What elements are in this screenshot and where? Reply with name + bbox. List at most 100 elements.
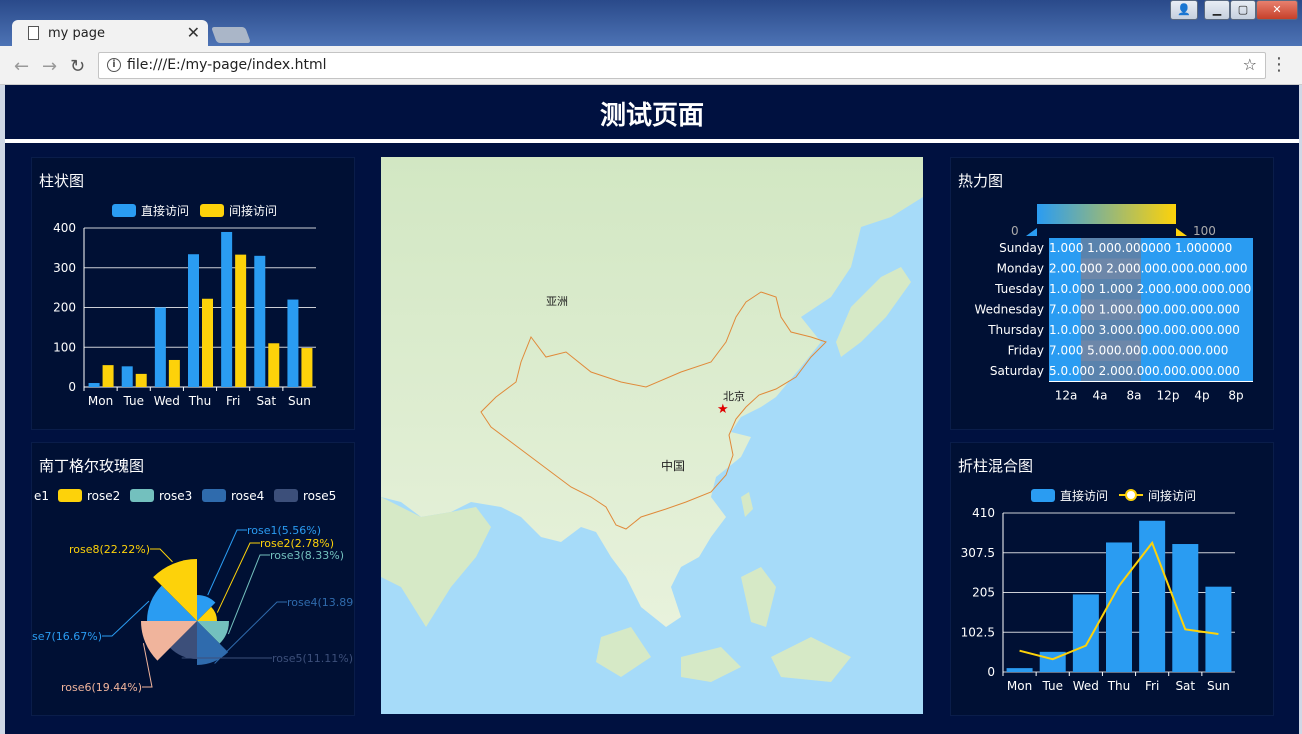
heatmap-x-tick: 4a (1093, 389, 1108, 403)
rose-slice-label: rose1(5.56%) (247, 524, 321, 537)
back-icon[interactable]: ← (14, 56, 29, 77)
window-close-button[interactable]: ✕ (1256, 0, 1298, 20)
rose-legend-label: rose5 (303, 489, 336, 503)
rose-chart: e1 rose2 rose3 rose4 rose5rose1(5.56%)rose2(… (32, 489, 353, 694)
heatmap-row-values: 7.000 5.000.000.000.000.000 (1049, 344, 1228, 358)
bar-mark (88, 383, 100, 387)
heatmap-y-tick: Wednesday (975, 303, 1044, 317)
page-title: 测试页面 (599, 101, 704, 131)
heatmap-visualmap-handle-high (1176, 228, 1187, 236)
new-tab-button[interactable] (211, 27, 251, 43)
map-view[interactable]: 亚洲 中国 北京 ★ (381, 157, 923, 714)
minimize-button[interactable]: ▁ (1204, 0, 1230, 20)
mixed-y-tick: 0 (987, 665, 995, 679)
bar-y-tick: 0 (68, 380, 76, 394)
bar-mark (121, 366, 133, 387)
bar-x-tick: Fri (226, 394, 240, 408)
mixed-x-tick: Sun (1207, 679, 1230, 693)
rose-slice-label: rose8(22.22%) (69, 543, 150, 556)
mixed-x-tick: Tue (1041, 679, 1063, 693)
browser-tab[interactable]: my page ✕ (12, 20, 208, 47)
heatmap-chart: 0 100 Sunday 1.000 1.000.000000 1.000000 Mon… (975, 204, 1253, 403)
rose-legend-label: rose2 (87, 489, 120, 503)
heatmap-y-tick: Monday (997, 262, 1044, 276)
rose-label-line (216, 542, 260, 613)
rose-slice-label: rose3(8.33%) (270, 549, 344, 562)
heatmap-x-tick: 8p (1228, 389, 1243, 403)
url-text: file:///E:/my-page/index.html (127, 57, 327, 73)
mixed-legend-label: 间接访问 (1148, 488, 1196, 503)
rose-legend-swatch (202, 489, 226, 502)
heatmap-row-values: 1.000 1.000.000000 1.000000 (1049, 241, 1232, 255)
mixed-bar-mark (1205, 586, 1232, 672)
map-canvas[interactable]: 亚洲 中国 北京 ★ (381, 157, 923, 714)
rose-label-line (150, 548, 173, 563)
menu-icon[interactable]: ⋮ (1270, 54, 1288, 75)
heatmap-x-tick: 4p (1194, 389, 1209, 403)
heatmap-y-tick: Sunday (999, 241, 1044, 255)
forward-icon[interactable]: → (42, 56, 57, 77)
bar-mark (287, 299, 299, 387)
rose-label-line (227, 554, 270, 635)
bar-y-tick: 100 (53, 340, 76, 354)
address-bar[interactable]: i file:///E:/my-page/index.html ☆ (98, 52, 1266, 79)
bar-mark (235, 254, 247, 387)
heatmap-visualmap-handle-low (1026, 228, 1037, 236)
bar-x-tick: Tue (122, 394, 144, 408)
mixed-y-tick: 102.5 (961, 625, 995, 639)
mixed-bar-mark (1006, 668, 1033, 672)
mixed-chart-panel: 折柱混合图 直接访问 间接访问 0 102.5 205 307.5 410 Mon Tue Wed… (950, 442, 1274, 716)
heatmap-row-values: 1.0.000 3.000.000.000.000.000 (1049, 323, 1240, 337)
rose-slice-label: rose6(19.44%) (61, 681, 142, 694)
browser-chrome: my page ✕ 👤 ▁ ▢ ✕ ← → ↻ i file:///E:/my-… (0, 0, 1302, 85)
dashboard-page: 测试页面 柱状图 直接访问 间接访问 0 100 200 300 400 Mon Tue Wed T… (5, 85, 1299, 734)
bar-legend-label: 直接访问 (141, 203, 189, 218)
mixed-y-tick: 307.5 (961, 546, 995, 560)
heatmap-row-values: 1.0.000 1.000 2.000.000.000.000 (1049, 282, 1251, 296)
mixed-chart: 直接访问 间接访问 0 102.5 205 307.5 410 Mon Tue Wed Thu Fri… (961, 488, 1235, 693)
heatmap-x-tick: 12p (1157, 389, 1180, 403)
rose-legend-swatch (58, 489, 82, 502)
bar-y-tick: 200 (53, 301, 76, 315)
reload-icon[interactable]: ↻ (70, 56, 85, 77)
rose-legend-swatch (130, 489, 154, 502)
bar-mark (254, 255, 266, 387)
bar-x-tick: Sun (288, 394, 311, 408)
bar-mark (135, 373, 147, 387)
info-icon[interactable]: i (107, 58, 121, 72)
bar-mark (168, 359, 180, 387)
rose-chart-panel: 南丁格尔玫瑰图 e1 rose2 rose3 rose4 rose5 rose1(5.56… (31, 442, 355, 716)
mixed-legend-label: 直接访问 (1060, 488, 1108, 503)
bar-y-tick: 300 (53, 261, 76, 275)
bar-mark (202, 298, 213, 387)
browser-toolbar: ← → ↻ i file:///E:/my-page/index.html ☆ … (0, 46, 1302, 85)
map-label-beijing: 北京 (723, 389, 745, 403)
maximize-button[interactable]: ▢ (1230, 0, 1256, 20)
bar-x-tick: Thu (188, 394, 212, 408)
tab-title: my page (48, 26, 105, 41)
heatmap-visualmap-max: 100 (1193, 224, 1216, 238)
bar-legend-swatch (200, 204, 224, 217)
mixed-bar-mark (1072, 594, 1099, 672)
rose-slice-label: rose7(16.67%) (32, 630, 102, 643)
mixed-x-tick: Fri (1145, 679, 1159, 693)
heatmap-y-tick: Friday (1008, 344, 1044, 358)
heatmap-y-tick: Tuesday (994, 282, 1044, 296)
heatmap-row-values: 5.0.000 2.000.000.000.000.000 (1049, 364, 1240, 378)
heatmap-x-tick: 12a (1055, 389, 1078, 403)
user-icon[interactable]: 👤 (1170, 0, 1198, 20)
bar-mark (188, 254, 199, 387)
mixed-y-tick: 410 (972, 506, 995, 520)
mixed-bar-mark (1106, 542, 1132, 672)
tab-strip: my page ✕ 👤 ▁ ▢ ✕ (0, 0, 1302, 47)
bar-mark (268, 343, 280, 387)
mixed-x-tick: Sat (1175, 679, 1195, 693)
bar-mark (301, 348, 313, 387)
mixed-x-tick: Mon (1007, 679, 1032, 693)
mixed-x-tick: Wed (1073, 679, 1099, 693)
tab-close-icon[interactable]: ✕ (187, 23, 200, 42)
page-header: 测试页面 (5, 85, 1299, 143)
rose-slice-label: rose4(13.89 (287, 596, 353, 609)
bookmark-star-icon[interactable]: ☆ (1243, 55, 1257, 74)
heatmap-y-tick: Saturday (990, 364, 1044, 378)
